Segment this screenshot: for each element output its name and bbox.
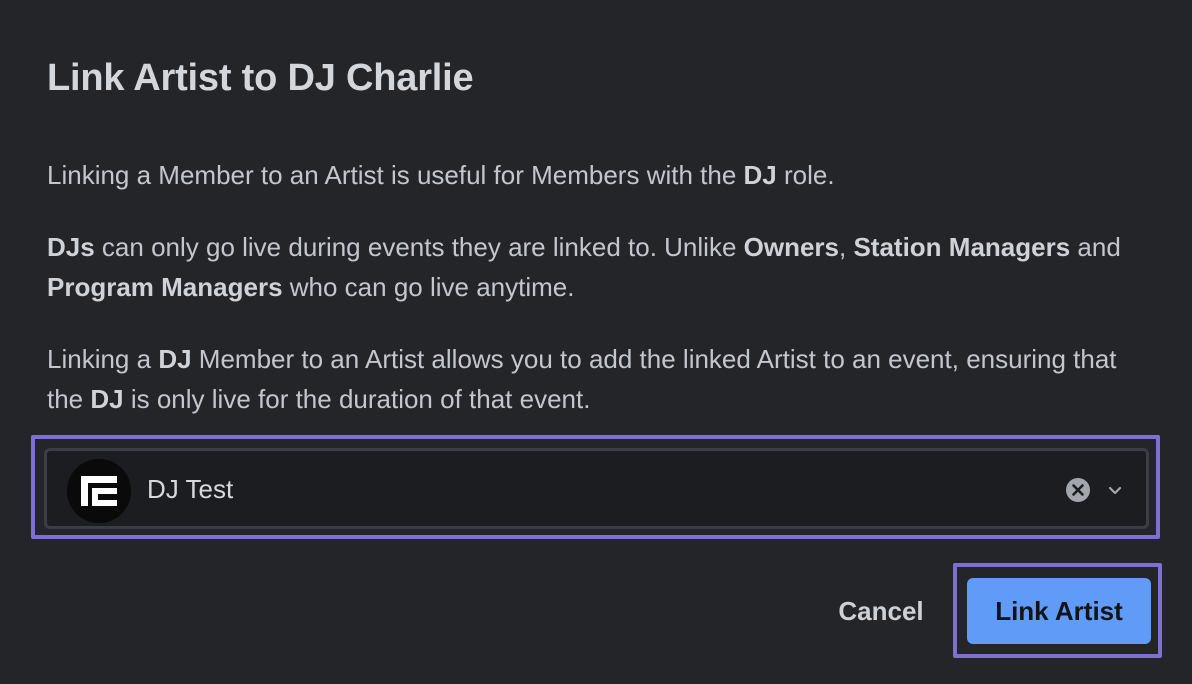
selected-artist-name: DJ Test (147, 474, 234, 504)
text-segment: is only live for the duration of that ev… (123, 384, 591, 414)
bold-segment: DJ (743, 160, 777, 190)
bold-segment: Station Managers (853, 232, 1071, 262)
text-segment: role. (776, 160, 835, 190)
description-paragraph-1: Linking a Member to an Artist is useful … (47, 155, 1157, 195)
text-segment: Linking a Member to an Artist is useful … (47, 160, 744, 190)
bold-segment: DJ (90, 384, 124, 414)
artist-logo-icon (67, 459, 131, 523)
clear-selection-icon[interactable] (1066, 478, 1090, 502)
text-segment: who can go live anytime. (282, 272, 575, 302)
cancel-button[interactable]: Cancel (818, 584, 944, 638)
bold-segment: DJs (47, 232, 95, 262)
artist-select[interactable]: DJ Test (44, 448, 1149, 529)
text-segment: and (1070, 232, 1121, 262)
text-segment: can only go live during events they are … (94, 232, 744, 262)
text-segment: , (839, 232, 854, 262)
bold-segment: DJ (158, 344, 192, 374)
description-paragraph-2: DJs can only go live during events they … (47, 227, 1157, 307)
bold-segment: Owners (743, 232, 839, 262)
text-segment: Linking a (47, 344, 159, 374)
bold-segment: Program Managers (47, 272, 283, 302)
link-artist-button[interactable]: Link Artist (967, 578, 1151, 644)
dialog-title: Link Artist to DJ Charlie (47, 57, 474, 99)
chevron-down-icon[interactable] (1105, 480, 1125, 500)
description-paragraph-3: Linking a DJ Member to an Artist allows … (47, 339, 1157, 419)
link-artist-dialog: Link Artist to DJ Charlie Linking a Memb… (0, 0, 1192, 684)
